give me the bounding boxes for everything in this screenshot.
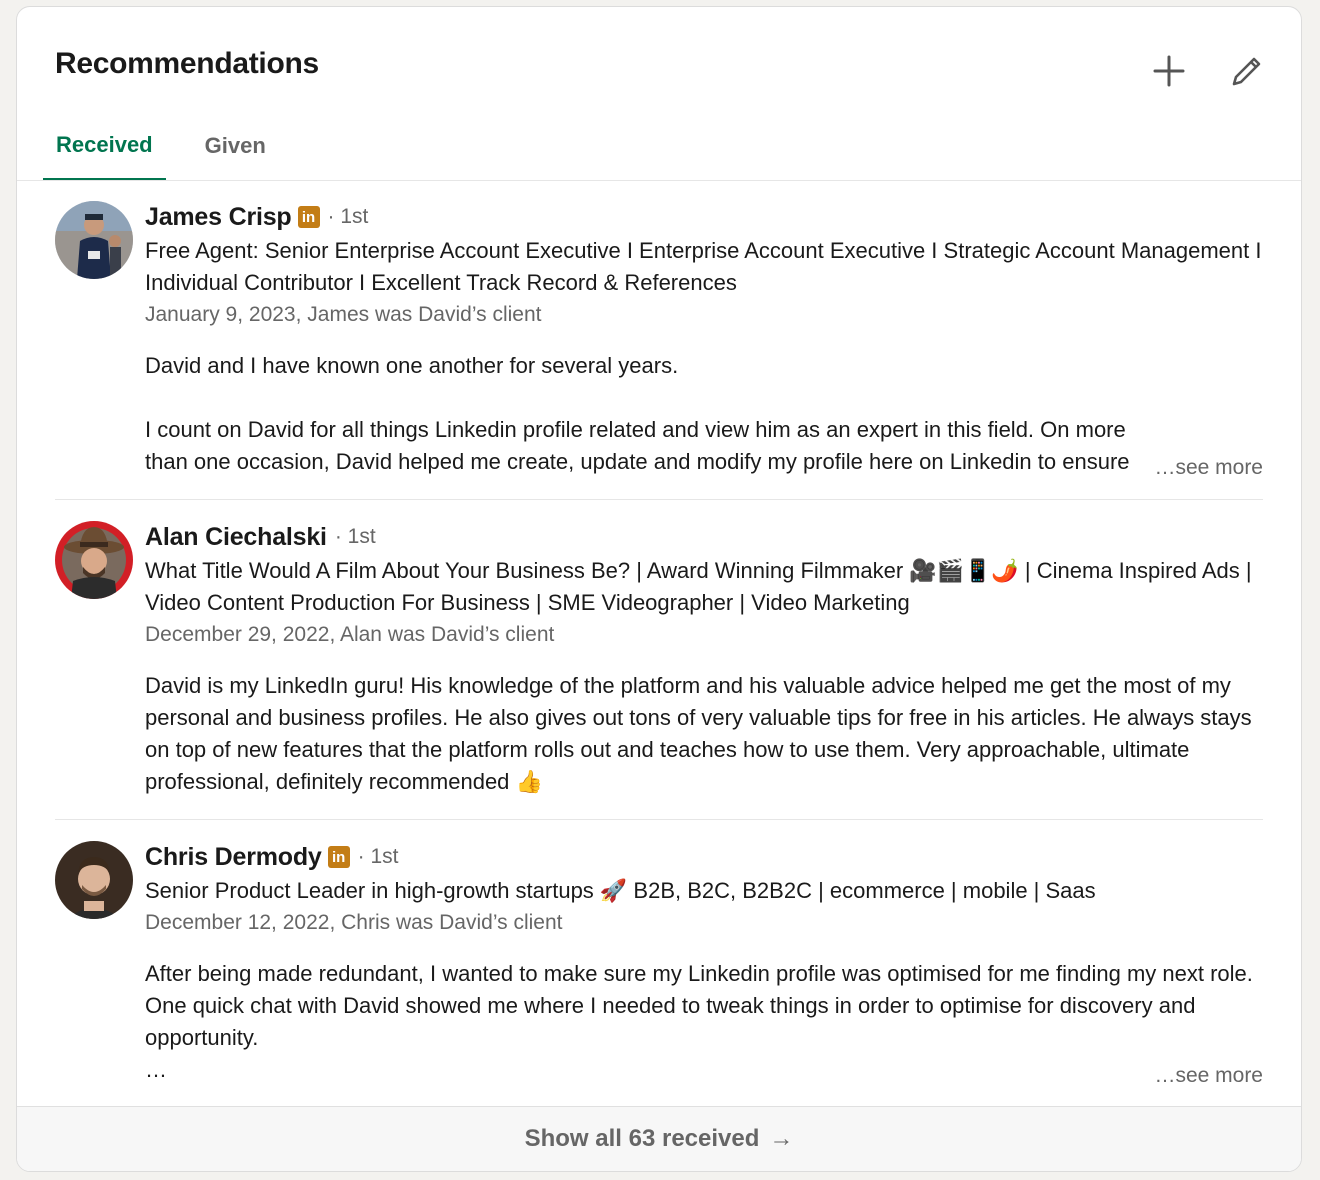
recommender-headline: Free Agent: Senior Enterprise Account Ex… — [145, 238, 1262, 295]
recommendations-card: Recommendations Received Given James Cri… — [16, 6, 1302, 1172]
plus-icon — [1153, 55, 1185, 87]
linkedin-badge-icon: in — [327, 846, 350, 868]
recommendation-text: David and I have known one another for s… — [145, 350, 1263, 478]
show-all-received-button[interactable]: Show all 63 received → — [17, 1106, 1301, 1171]
divider — [55, 819, 1263, 820]
tab-received[interactable]: Received — [43, 111, 166, 181]
linkedin-badge-icon: in — [297, 206, 320, 228]
text-ellipsis: … — [145, 1057, 167, 1082]
avatar[interactable] — [55, 201, 133, 279]
see-more-link[interactable]: …see more — [1134, 1064, 1263, 1088]
recommender-headline: What Title Would A Film About Your Busin… — [145, 558, 1252, 615]
tab-given[interactable]: Given — [192, 111, 279, 181]
recommender-name[interactable]: Alan Ciechalski — [145, 523, 327, 552]
arrow-right-icon: → — [769, 1125, 794, 1152]
recommender-headline: Senior Product Leader in high-growth sta… — [145, 878, 1096, 903]
tabs-divider — [17, 180, 1301, 181]
text-paragraph: David is my LinkedIn guru! His knowledge… — [145, 673, 1252, 794]
recommendation-meta: December 12, 2022, Chris was David’s cli… — [145, 911, 563, 934]
divider — [55, 499, 1263, 500]
recommendation-meta: January 9, 2023, James was David’s clien… — [145, 303, 542, 326]
edit-recommendations-button[interactable] — [1223, 47, 1271, 95]
show-all-label: Show all 63 received — [524, 1125, 760, 1152]
recommendation-text: David is my LinkedIn guru! His knowledge… — [145, 670, 1263, 798]
pencil-icon — [1232, 57, 1261, 86]
section-title: Recommendations — [55, 47, 319, 80]
connection-degree: · 1st — [327, 205, 369, 228]
connection-degree: · 1st — [357, 845, 399, 868]
avatar[interactable] — [55, 841, 133, 919]
connection-degree: · 1st — [334, 525, 376, 548]
see-more-link[interactable]: …see more — [1134, 456, 1263, 480]
add-recommendation-button[interactable] — [1145, 47, 1193, 95]
text-paragraph: After being made redundant, I wanted to … — [145, 961, 1253, 1050]
recommender-name[interactable]: Chris Dermody — [145, 843, 322, 872]
recommendation-text: After being made redundant, I wanted to … — [145, 958, 1263, 1086]
text-paragraph: David and I have known one another for s… — [145, 353, 679, 378]
recommendation-meta: December 29, 2022, Alan was David’s clie… — [145, 623, 555, 646]
text-paragraph: I count on David for all things Linkedin… — [145, 417, 1130, 474]
recommender-name[interactable]: James Crisp — [145, 203, 292, 232]
avatar[interactable] — [55, 521, 133, 599]
recommendation-tabs: Received Given — [43, 111, 305, 181]
